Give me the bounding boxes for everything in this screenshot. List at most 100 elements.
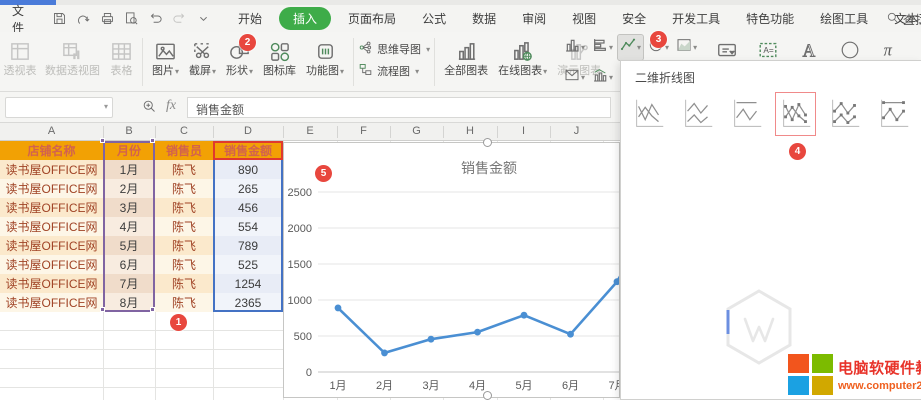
screenshot-button[interactable]: 截屏▾: [184, 35, 221, 78]
cell-D6[interactable]: 789: [213, 236, 283, 255]
menu-tab-7[interactable]: 安全: [613, 7, 655, 30]
chart-resize-handle-bottom[interactable]: [483, 391, 492, 400]
online-charts-button[interactable]: 在线图表▾: [493, 35, 552, 78]
export-icon[interactable]: [76, 11, 91, 26]
print-preview-icon[interactable]: [124, 11, 139, 26]
bar-chart-button[interactable]: ▾: [590, 35, 615, 60]
flow-chart-button[interactable]: 流程图▾: [358, 62, 430, 80]
cell-B1[interactable]: 月份: [103, 141, 155, 160]
cell-D2[interactable]: 890: [213, 160, 283, 179]
redo-icon[interactable]: [172, 11, 187, 26]
cell-B9[interactable]: 8月: [103, 293, 155, 312]
menu-tab-0[interactable]: 开始: [229, 7, 271, 30]
column-header-D[interactable]: D: [213, 125, 283, 137]
cell-C8[interactable]: 陈飞: [155, 274, 213, 293]
menu-tab-8[interactable]: 开发工具: [663, 7, 729, 30]
menu-tab-9[interactable]: 特色功能: [737, 7, 803, 30]
cell-D7[interactable]: 525: [213, 255, 283, 274]
selection-handle[interactable]: [150, 307, 155, 312]
form-control-button[interactable]: [716, 36, 738, 62]
column-header-A[interactable]: A: [0, 125, 103, 137]
column-header-G[interactable]: G: [390, 125, 443, 137]
smart-diagram-button[interactable]: 功能图▾: [301, 35, 349, 78]
cell-B5[interactable]: 4月: [103, 217, 155, 236]
more-commands-icon[interactable]: [196, 11, 211, 26]
cell-B3[interactable]: 2月: [103, 179, 155, 198]
cell-B7[interactable]: 6月: [103, 255, 155, 274]
cell-B2[interactable]: 1月: [103, 160, 155, 179]
cell-A2[interactable]: 读书屋OFFICE网: [0, 160, 103, 179]
menu-tab-4[interactable]: 数据: [463, 7, 505, 30]
column-header-H[interactable]: H: [443, 125, 497, 137]
word-art-button[interactable]: A: [798, 36, 820, 62]
column-header-J[interactable]: J: [550, 125, 603, 137]
magnifier-icon[interactable]: [142, 99, 157, 119]
column-header-F[interactable]: F: [337, 125, 390, 137]
fx-icon[interactable]: fx: [166, 98, 176, 114]
cell-D8[interactable]: 1254: [213, 274, 283, 293]
combo-chart-button[interactable]: ▾: [590, 65, 615, 90]
cell-A7[interactable]: 读书屋OFFICE网: [0, 255, 103, 274]
column-header-E[interactable]: E: [283, 125, 337, 137]
search-control[interactable]: 查找: [886, 11, 921, 28]
name-box[interactable]: ▾: [5, 97, 113, 118]
cell-A1[interactable]: 店铺名称: [0, 141, 103, 160]
cell-C6[interactable]: 陈飞: [155, 236, 213, 255]
column-chart-button[interactable]: ▾: [562, 35, 587, 60]
column-header-C[interactable]: C: [155, 125, 213, 137]
oval-shape-button[interactable]: [839, 36, 861, 62]
text-box-button[interactable]: A=: [757, 36, 779, 62]
menu-tab-5[interactable]: 审阅: [513, 7, 555, 30]
picture-button[interactable]: 图片▾: [147, 35, 184, 78]
cell-A9[interactable]: 读书屋OFFICE网: [0, 293, 103, 312]
cell-B4[interactable]: 3月: [103, 198, 155, 217]
cell-A4[interactable]: 读书屋OFFICE网: [0, 198, 103, 217]
embedded-line-chart[interactable]: 销售金额050010001500200025001月2月3月4月5月6月7月8月: [283, 142, 620, 398]
selection-handle[interactable]: [150, 138, 155, 143]
stacked-line-with-markers-thumb[interactable]: [824, 92, 865, 136]
menu-tab-3[interactable]: 公式: [413, 7, 455, 30]
cell-D4[interactable]: 456: [213, 198, 283, 217]
line-chart-thumb[interactable]: [628, 92, 669, 136]
chevron-down-icon[interactable]: ▾: [104, 102, 108, 111]
stacked-line-chart-thumb[interactable]: [677, 92, 718, 136]
cell-A8[interactable]: 读书屋OFFICE网: [0, 274, 103, 293]
cell-C3[interactable]: 陈飞: [155, 179, 213, 198]
menu-tab-2[interactable]: 页面布局: [339, 7, 405, 30]
all-charts-button[interactable]: 全部图表: [439, 35, 493, 78]
chart-resize-handle-top[interactable]: [483, 138, 492, 147]
selection-handle[interactable]: [100, 138, 105, 143]
save-icon[interactable]: [52, 11, 67, 26]
cell-A3[interactable]: 读书屋OFFICE网: [0, 179, 103, 198]
cell-C2[interactable]: 陈飞: [155, 160, 213, 179]
cell-B6[interactable]: 5月: [103, 236, 155, 255]
file-menu[interactable]: 文件: [0, 2, 36, 36]
cell-C9[interactable]: 陈飞: [155, 293, 213, 312]
menu-tab-10[interactable]: 绘图工具: [811, 7, 877, 30]
cell-C7[interactable]: 陈飞: [155, 255, 213, 274]
cell-C5[interactable]: 陈飞: [155, 217, 213, 236]
icon-library-button[interactable]: 图标库: [258, 35, 301, 78]
percent-stacked-line-with-markers-thumb[interactable]: [873, 92, 914, 136]
column-header-I[interactable]: I: [497, 125, 550, 137]
scatter-chart-button[interactable]: ▾: [562, 65, 587, 90]
line-chart-button-selected[interactable]: ▾: [618, 35, 643, 60]
menu-tab-6[interactable]: 视图: [563, 7, 605, 30]
undo-icon[interactable]: [148, 11, 163, 26]
cell-D1[interactable]: 销售金额: [213, 141, 283, 160]
percent-stacked-line-chart-thumb[interactable]: [726, 92, 767, 136]
formula-button[interactable]: π: [880, 36, 902, 62]
selection-handle[interactable]: [100, 307, 105, 312]
menu-tab-1-active[interactable]: 插入: [279, 7, 331, 30]
area-chart-button[interactable]: ▾: [674, 35, 699, 60]
formula-input[interactable]: 销售金额: [187, 97, 611, 118]
column-headers[interactable]: ABCDEFGHIJ: [0, 123, 620, 141]
line-chart-with-markers-thumb-selected[interactable]: [775, 92, 816, 136]
column-header-B[interactable]: B: [103, 125, 155, 137]
cell-D5[interactable]: 554: [213, 217, 283, 236]
mind-map-button[interactable]: 思维导图▾: [358, 40, 430, 58]
cell-A6[interactable]: 读书屋OFFICE网: [0, 236, 103, 255]
cell-A5[interactable]: 读书屋OFFICE网: [0, 217, 103, 236]
cell-C4[interactable]: 陈飞: [155, 198, 213, 217]
cell-C1[interactable]: 销售员: [155, 141, 213, 160]
